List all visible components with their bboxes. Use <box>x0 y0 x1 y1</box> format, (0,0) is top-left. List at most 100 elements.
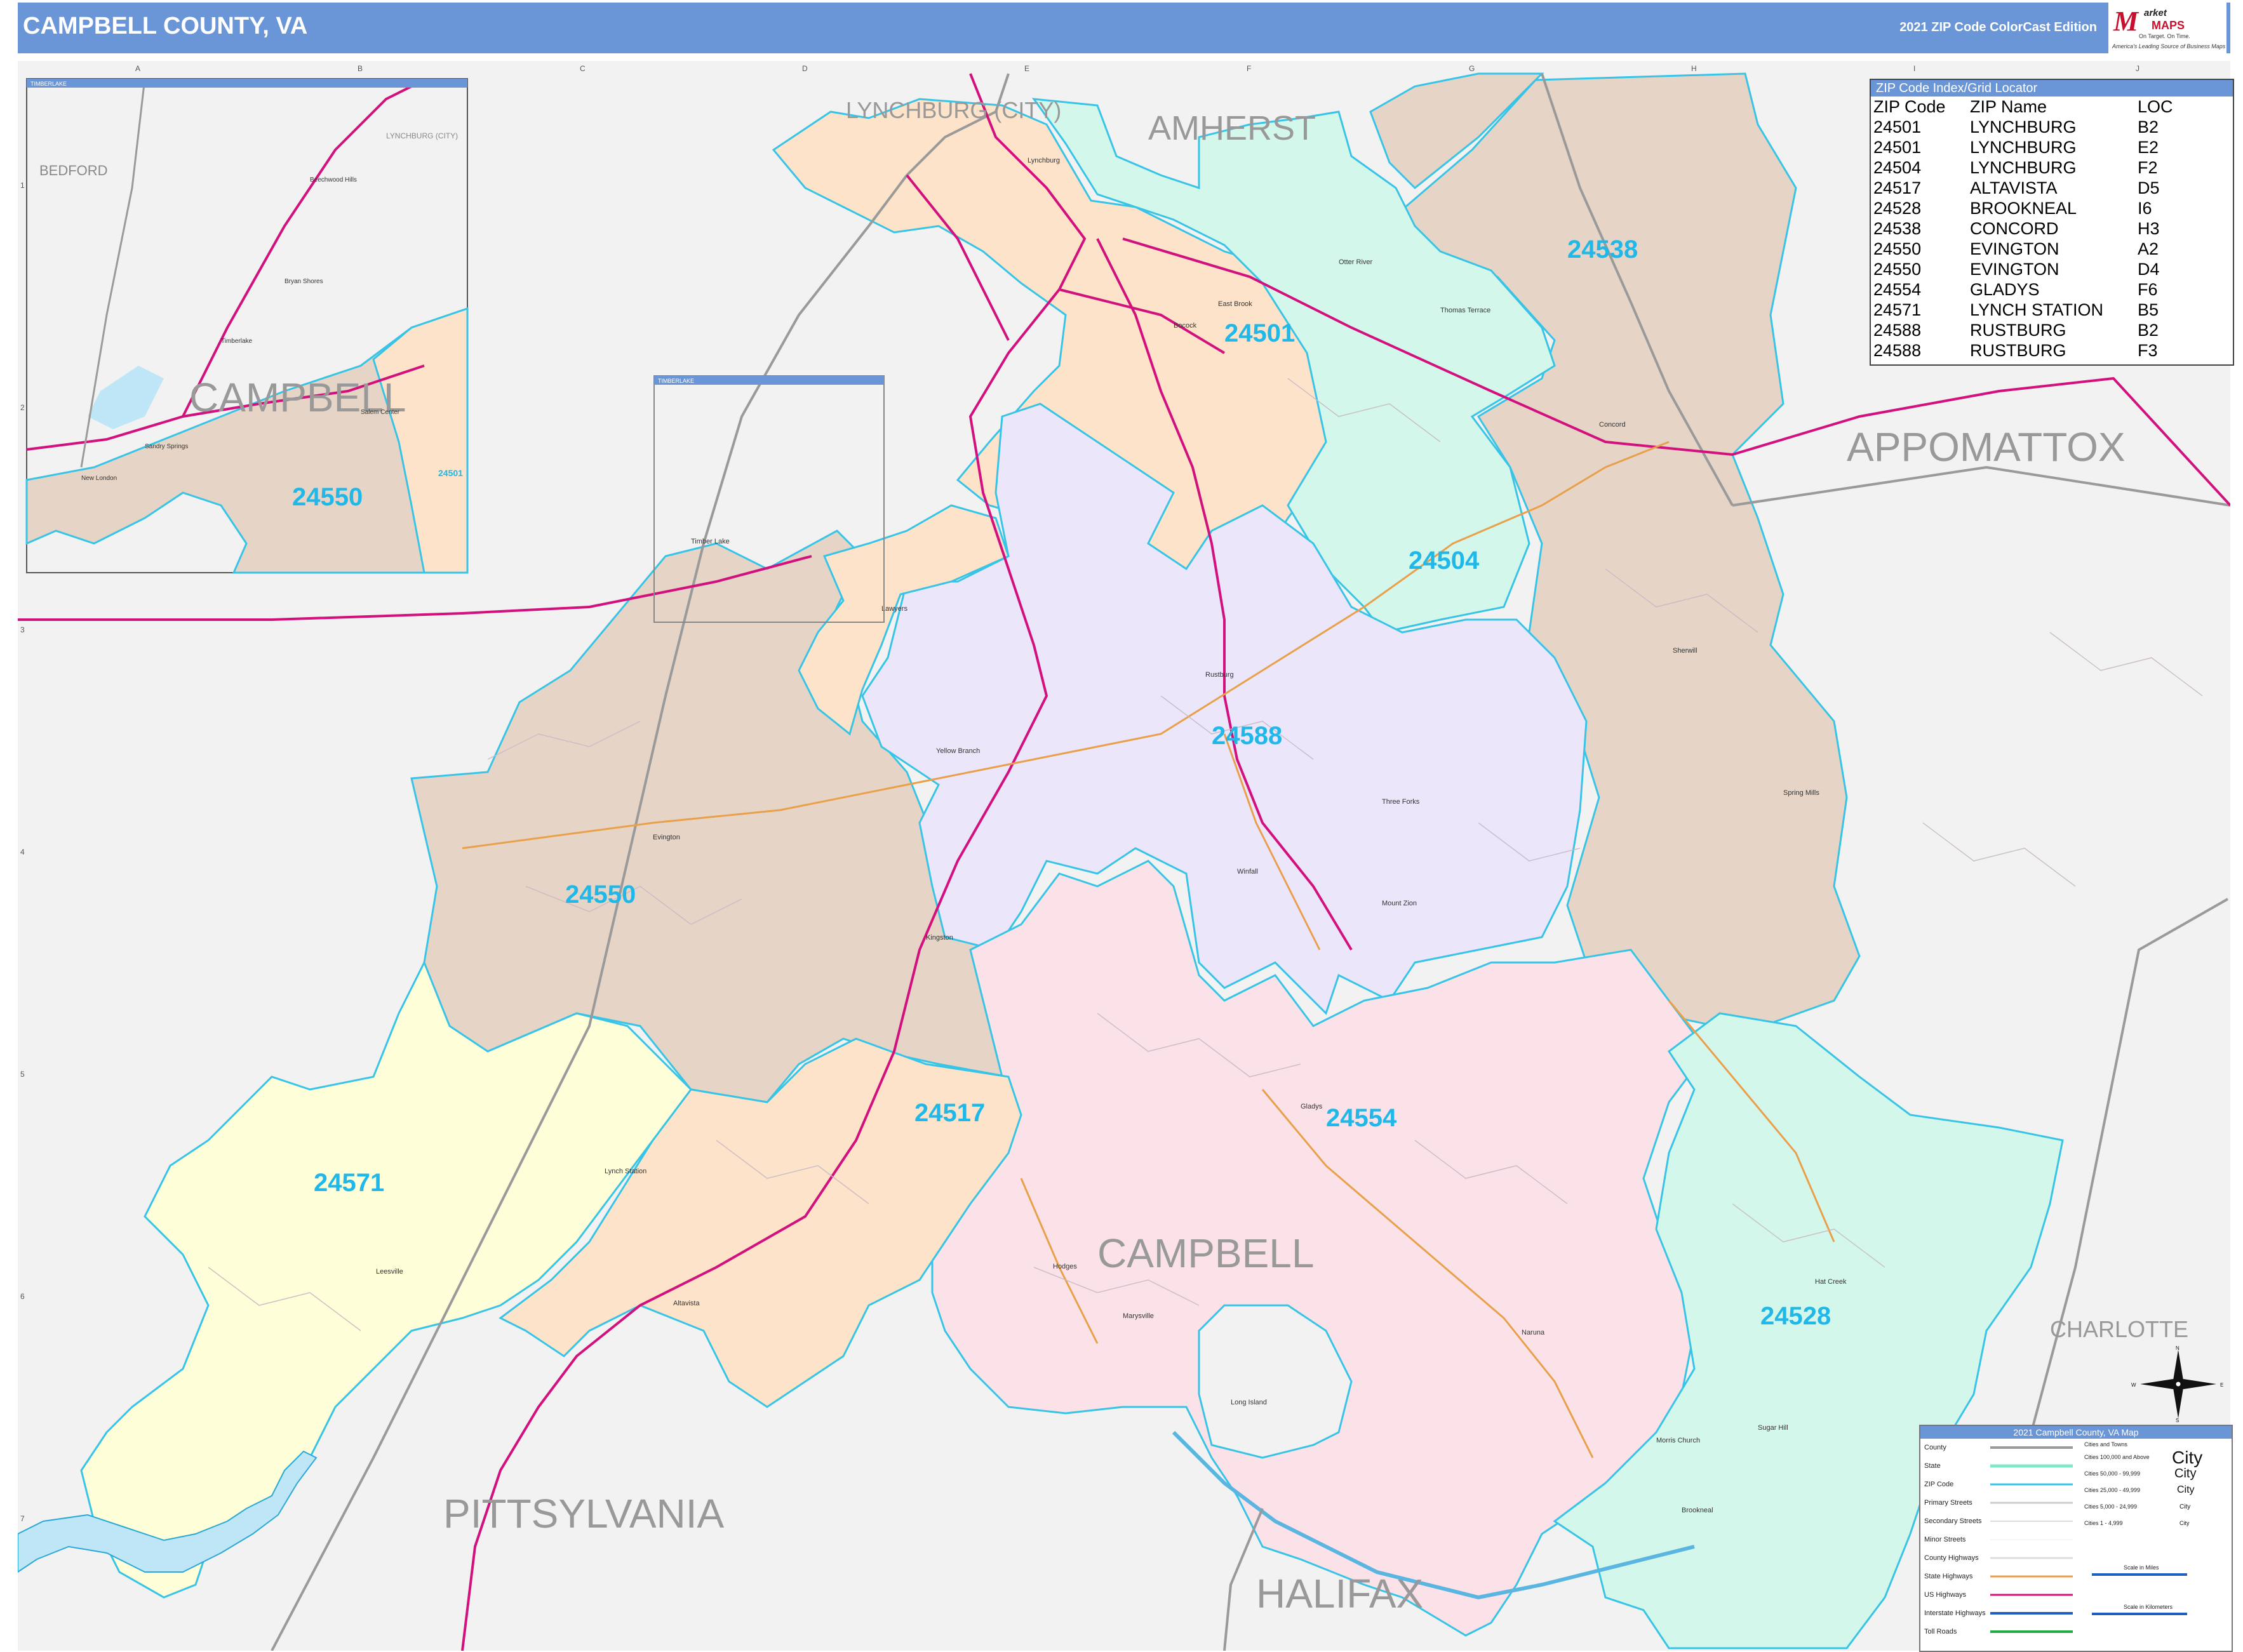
zip-cell: 24554 <box>1873 280 1922 299</box>
name-cell: BROOKNEAL <box>1970 199 2077 218</box>
zip-cell: 24550 <box>1873 260 1922 279</box>
compass-rose: N W E S <box>2131 1346 2223 1422</box>
legend-county: County <box>1924 1444 1946 1451</box>
inset-place: New London <box>81 475 117 482</box>
legend-zip-code: ZIP Code <box>1924 1481 1954 1488</box>
loc-cell: B5 <box>2138 300 2159 319</box>
place-label: Concord <box>1599 421 1626 429</box>
place-label: Thomas Terrace <box>1440 307 1490 314</box>
loc-cell: F6 <box>2138 280 2158 299</box>
place-label: Naruna <box>1522 1329 1545 1336</box>
zip-label-24571: 24571 <box>314 1169 384 1197</box>
compass-w: W <box>2131 1382 2136 1388</box>
loc-cell: B2 <box>2138 117 2159 137</box>
loc-cell: E2 <box>2138 138 2159 157</box>
zip-label-24517: 24517 <box>914 1099 985 1127</box>
inset-place: Sandry Springs <box>145 443 188 450</box>
loc-cell: H3 <box>2138 219 2160 238</box>
legend-city-size-2: Cities 50,000 - 99,999 <box>2084 1470 2141 1477</box>
inset-place: Beechwood Hills <box>310 177 357 183</box>
loc-cell: F2 <box>2138 158 2158 177</box>
name-cell: CONCORD <box>1970 219 2059 238</box>
legend-cities-title: Cities and Towns <box>2084 1441 2127 1448</box>
place-label: Lynch Station <box>605 1168 646 1175</box>
grid-row-3: 3 <box>20 625 25 634</box>
logo-mark: M <box>2113 6 2139 37</box>
place-label: Gladys <box>1301 1103 1323 1110</box>
inset-title: TIMBERLAKE <box>30 81 67 87</box>
label-charlotte: CHARLOTTE <box>2050 1316 2188 1342</box>
zip-index-title: ZIP Code Index/Grid Locator <box>1871 80 2233 97</box>
logo-name-2: MAPS <box>2152 19 2185 32</box>
legend-city-symbol-2: City <box>2174 1467 2197 1481</box>
logo-name-1: arket <box>2144 8 2167 18</box>
inset-locator-title: TIMBERLAKE <box>658 378 694 384</box>
place-label: Winfall <box>1237 868 1258 876</box>
name-cell: LYNCH STATION <box>1970 300 2104 319</box>
zip-cell: 24528 <box>1873 199 1922 218</box>
legend-city-size-4: Cities 5,000 - 24,999 <box>2084 1503 2138 1510</box>
inset-zip-label-24501: 24501 <box>438 468 463 478</box>
zip-cell: 24588 <box>1873 321 1922 340</box>
name-cell: EVINGTON <box>1970 260 2059 279</box>
zip-label-24550: 24550 <box>565 881 636 909</box>
name-cell: LYNCHBURG <box>1970 158 2077 177</box>
header-loc: LOC <box>2138 97 2173 116</box>
legend-state: State <box>1924 1462 1941 1470</box>
name-cell: EVINGTON <box>1970 239 2059 258</box>
label-pittsylvania: PITTSYLVANIA <box>443 1491 725 1536</box>
legend-state-highways: State Highways <box>1924 1573 1973 1580</box>
legend-scale-km: Scale in Kilometers <box>2124 1604 2173 1610</box>
compass-south-arrow <box>2173 1384 2183 1418</box>
legend-county-highways: County Highways <box>1924 1554 1979 1562</box>
place-label: Bocock <box>1174 322 1197 330</box>
grid-row-4: 4 <box>20 848 25 856</box>
grid-row-1: 1 <box>20 181 25 190</box>
label-halifax: HALIFAX <box>1256 1571 1423 1616</box>
zip-cell: 24538 <box>1873 219 1922 238</box>
zip-cell: 24571 <box>1873 300 1922 319</box>
market-maps-logo: M arket MAPS On Target. On Time. America… <box>2108 3 2226 53</box>
inset-place: Bryan Shores <box>285 278 323 285</box>
place-label: Mount Zion <box>1382 900 1417 907</box>
table-row: 24528 BROOKNEAL I6 <box>1873 198 2214 218</box>
table-row: 24501 LYNCHBURG E2 <box>1873 137 2214 157</box>
legend-title: 2021 Campbell County, VA Map <box>1920 1426 2232 1439</box>
compass-east-arrow <box>2178 1379 2216 1389</box>
zip-index-panel: ZIP Code Index/Grid Locator ZIP Code ZIP… <box>1870 79 2234 366</box>
legend-symbols <box>1990 1446 2073 1633</box>
compass-north-arrow <box>2173 1350 2183 1384</box>
zip-cell: 24501 <box>1873 138 1922 157</box>
loc-cell: I6 <box>2138 199 2152 218</box>
inset-place: Timberlake <box>221 338 253 345</box>
grid-col-c: C <box>580 64 586 73</box>
place-label: Sherwill <box>1673 647 1697 655</box>
loc-cell: D4 <box>2138 260 2160 279</box>
table-row: 24504 LYNCHBURG F2 <box>1873 157 2214 178</box>
legend-toll-roads: Toll Roads <box>1924 1628 1957 1635</box>
grid-row-7: 7 <box>20 1514 25 1523</box>
legend-secondary-streets: Secondary Streets <box>1924 1517 1982 1525</box>
loc-cell: D5 <box>2138 178 2160 197</box>
legend-scale-bar-km <box>2092 1613 2187 1615</box>
place-label: Rustburg <box>1205 671 1234 679</box>
zip-cell: 24504 <box>1873 158 1922 177</box>
map-title: CAMPBELL COUNTY, VA <box>23 13 308 39</box>
zip-index-header-row: ZIP Code ZIP Name LOC <box>1873 97 2214 117</box>
inset-label-bedford: BEDFORD <box>39 163 108 178</box>
zip-label-24554: 24554 <box>1326 1104 1397 1132</box>
zip-label-24538: 24538 <box>1567 236 1638 263</box>
header-zip-name: ZIP Name <box>1970 97 2047 116</box>
label-campbell: CAMPBELL <box>1097 1230 1314 1276</box>
legend-city-symbol-5: City <box>2179 1520 2190 1526</box>
legend-city-size-3: Cities 25,000 - 49,999 <box>2084 1487 2141 1493</box>
header-zip-code: ZIP Code <box>1873 97 1946 116</box>
inset-label-lynchburg: LYNCHBURG (CITY) <box>386 131 458 140</box>
place-label: Otter River <box>1339 258 1373 266</box>
place-label: Altavista <box>673 1300 700 1307</box>
inset-zip-label-24550: 24550 <box>292 483 363 511</box>
place-label: Hat Creek <box>1815 1278 1847 1286</box>
place-label: Yellow Branch <box>936 747 980 755</box>
grid-col-j: J <box>2136 64 2139 73</box>
name-cell: GLADYS <box>1970 280 2040 299</box>
